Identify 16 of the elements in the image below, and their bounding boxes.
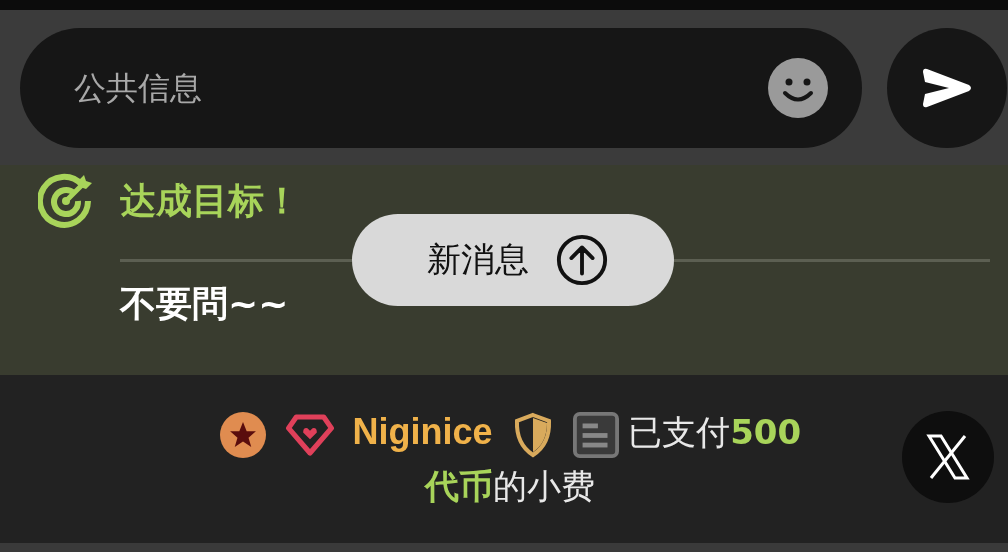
smiley-icon[interactable]	[768, 58, 828, 118]
tip-message: 代币的小费	[425, 466, 595, 506]
message-input[interactable]: 公共信息	[72, 68, 768, 108]
goal-message: 不要問~~	[120, 282, 290, 326]
arrow-up-icon	[555, 233, 609, 287]
send-icon	[921, 68, 973, 108]
shield-icon	[513, 411, 554, 458]
username[interactable]: Niginice	[352, 411, 493, 452]
message-field[interactable]: 公共信息	[20, 28, 862, 148]
target-icon	[38, 173, 94, 229]
tip-message: 已支付500	[628, 412, 802, 452]
new-messages-button[interactable]: 新消息	[352, 214, 674, 306]
heart-gem-icon	[285, 411, 334, 458]
document-icon	[572, 411, 621, 458]
star-badge-icon	[218, 411, 267, 458]
goal-title: 达成目标！	[120, 178, 300, 223]
